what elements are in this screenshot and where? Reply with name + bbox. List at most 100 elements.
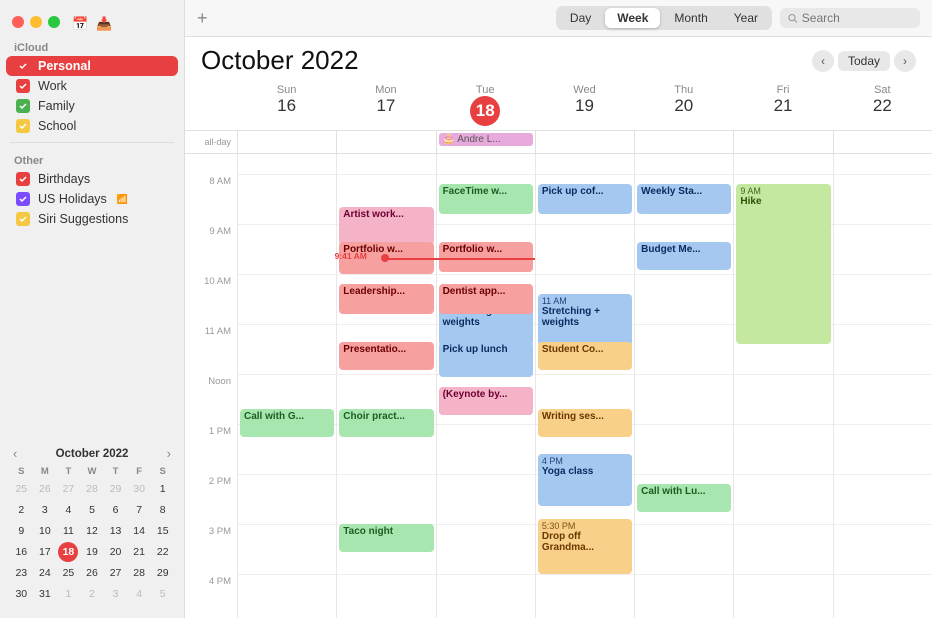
tab-day[interactable]: Day [558,8,603,28]
calendar-event[interactable]: Portfolio w... [439,242,533,272]
mini-cal-day[interactable]: 26 [35,479,55,499]
calendar-event[interactable]: Pick up lunch [439,342,533,377]
calendar-event[interactable]: Budget Me... [637,242,731,270]
mini-cal-day[interactable]: 18 [58,542,78,562]
mini-cal-day[interactable]: 27 [58,479,78,499]
mini-cal-day[interactable]: 29 [153,563,173,583]
sidebar-item-siri[interactable]: Siri Suggestions [6,209,178,229]
all-day-wed [535,131,634,153]
calendar-event[interactable]: Weekly Sta... [637,184,731,214]
mini-cal-day[interactable]: 24 [35,563,55,583]
mini-cal-day[interactable]: 16 [11,542,31,562]
time-label: 9 AM [185,224,237,274]
mini-cal-day[interactable]: 19 [82,542,102,562]
mini-cal-day[interactable]: 3 [106,584,126,604]
mini-cal-day[interactable]: 11 [58,521,78,541]
mini-cal-day[interactable]: 28 [129,563,149,583]
cal-next-button[interactable]: › [894,50,916,72]
mini-cal-day[interactable]: 5 [82,500,102,520]
calendar-event[interactable]: Pick up cof... [538,184,632,214]
mini-cal-day[interactable]: 23 [11,563,31,583]
cal-prev-button[interactable]: ‹ [812,50,834,72]
add-event-button[interactable]: + [197,8,208,29]
mini-cal-day[interactable]: 8 [153,500,173,520]
mini-cal-next[interactable]: › [164,446,174,461]
mini-cal-day[interactable]: 15 [153,521,173,541]
mini-cal-day[interactable]: 7 [129,500,149,520]
mini-cal-prev[interactable]: ‹ [10,446,20,461]
close-button[interactable] [12,16,24,28]
minimize-button[interactable] [30,16,42,28]
calendar-event[interactable]: Choir pract... [339,409,433,437]
calendar-event[interactable]: Dentist app... [439,284,533,314]
mini-cal-day[interactable]: 2 [11,500,31,520]
sidebar-item-work[interactable]: Work [6,76,178,96]
mini-cal-day[interactable]: 9 [11,521,31,541]
mini-cal-day[interactable]: 1 [153,479,173,499]
sidebar-item-family[interactable]: Family [6,96,178,116]
cal-header: October 2022 ‹ Today › [185,37,932,80]
mini-cal-day[interactable]: 21 [129,542,149,562]
calendar-event[interactable]: Presentatio... [339,342,433,370]
sidebar-item-us-holidays[interactable]: US Holidays 📶 [6,189,178,209]
mini-cal-day[interactable]: 27 [106,563,126,583]
mini-cal-day[interactable]: 25 [11,479,31,499]
mini-cal-day[interactable]: 13 [106,521,126,541]
calendar-event[interactable]: Call with G... [240,409,334,437]
hour-line [536,174,634,175]
calendar-event[interactable]: 11 AMStretching + weights [538,294,632,346]
mini-cal-day[interactable]: 2 [82,584,102,604]
search-bar[interactable] [780,8,920,28]
calendar-event[interactable]: Writing ses... [538,409,632,437]
sidebar-item-school[interactable]: School [6,116,178,136]
calendar-event[interactable]: FaceTime w... [439,184,533,214]
calendar-event[interactable]: Student Co... [538,342,632,370]
mini-cal-day[interactable]: 4 [129,584,149,604]
mini-cal-day[interactable]: 17 [35,542,55,562]
calendar-event[interactable]: 5:30 PMDrop off Grandma... [538,519,632,574]
search-input[interactable] [802,11,912,25]
tab-week[interactable]: Week [605,8,660,28]
time-label [185,154,237,174]
mini-cal-day[interactable]: 1 [58,584,78,604]
time-label: 10 AM [185,274,237,324]
calendar-event[interactable]: Call with Lu... [637,484,731,512]
hour-line [635,324,733,325]
mini-cal-day[interactable]: 3 [35,500,55,520]
hour-line [337,374,435,375]
mini-cal-day[interactable]: 4 [58,500,78,520]
hour-line [437,524,535,525]
mini-cal-day[interactable]: 31 [35,584,55,604]
mini-cal-day[interactable]: 28 [82,479,102,499]
time-labels: 8 AM9 AM10 AM11 AMNoon1 PM2 PM3 PM4 PM5 … [185,154,237,618]
hour-line [536,274,634,275]
mini-cal-day[interactable]: 10 [35,521,55,541]
calendar-event[interactable]: Leadership... [339,284,433,314]
mini-cal-day[interactable]: 14 [129,521,149,541]
mini-cal-day[interactable]: 5 [153,584,173,604]
mini-cal-day[interactable]: 20 [106,542,126,562]
all-day-event-andre[interactable]: 🎂 Andre L... [439,133,533,146]
mini-cal-day[interactable]: 29 [106,479,126,499]
mini-cal-day[interactable]: 22 [153,542,173,562]
mini-cal-grid: SMTWTFS252627282930123456789101112131415… [10,465,174,604]
calendar-event[interactable]: 4 PMYoga class [538,454,632,506]
tab-year[interactable]: Year [722,8,770,28]
cal-today-button[interactable]: Today [838,51,890,71]
mini-cal-day[interactable]: 12 [82,521,102,541]
mini-cal-day[interactable]: 30 [11,584,31,604]
calendar-event[interactable]: Taco night [339,524,433,552]
calendar-event[interactable]: Artist work... [339,207,433,245]
mini-cal-day[interactable]: 6 [106,500,126,520]
sidebar-item-personal[interactable]: Personal [6,56,178,76]
mini-cal-day[interactable]: 30 [129,479,149,499]
tab-month[interactable]: Month [662,8,719,28]
maximize-button[interactable] [48,16,60,28]
mini-cal-day[interactable]: 26 [82,563,102,583]
calendar-event[interactable]: 9 AMHike [736,184,830,344]
mini-cal-day[interactable]: 25 [58,563,78,583]
sidebar-item-birthdays[interactable]: Birthdays [6,169,178,189]
calendar-event[interactable]: (Keynote by... [439,387,533,415]
us-holidays-checkbox [16,192,30,206]
hour-line [734,424,832,425]
